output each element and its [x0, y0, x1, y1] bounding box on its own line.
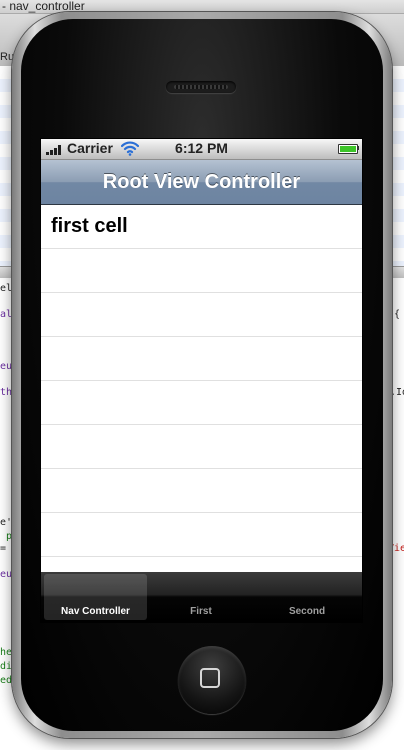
status-bar: Carrier 6:12 PM — [41, 139, 362, 160]
code-fragment: eu — [0, 569, 13, 580]
battery-icon — [338, 144, 358, 154]
table-row[interactable] — [41, 293, 362, 337]
table-row[interactable] — [41, 337, 362, 381]
tab-second[interactable]: Second — [255, 574, 359, 620]
code-fragment: th — [0, 387, 13, 398]
tab-nav-controller[interactable]: Nav Controller — [44, 574, 147, 620]
battery-nub — [357, 146, 359, 150]
code-fragment: he — [0, 647, 13, 658]
tab-label: First — [190, 606, 212, 617]
nav-title: Root View Controller — [102, 171, 301, 193]
tab-label: Second — [288, 606, 326, 617]
earpiece-speaker — [166, 81, 236, 93]
code-fragment: ed — [0, 675, 13, 686]
table-row[interactable] — [41, 249, 362, 293]
home-button[interactable] — [178, 646, 246, 714]
tab-label: Nav Controller — [61, 606, 130, 617]
navigation-bar: Root View Controller — [41, 160, 362, 205]
code-fragment: di — [0, 661, 13, 672]
table-row[interactable] — [41, 469, 362, 513]
table-view[interactable]: first cell — [41, 205, 362, 572]
table-row[interactable] — [41, 425, 362, 469]
tab-bar: Nav Controller First Second — [41, 572, 362, 622]
table-row[interactable] — [41, 513, 362, 557]
table-row[interactable] — [41, 381, 362, 425]
battery-level — [340, 146, 356, 152]
table-row[interactable]: first cell — [41, 205, 362, 249]
code-fragment: e' — [0, 517, 13, 528]
code-fragment: al — [0, 309, 13, 320]
status-time: 6:12 PM — [175, 140, 228, 156]
code-fragment: .Id — [390, 387, 404, 398]
code-fragment: eu — [0, 361, 13, 372]
simulator-screen: Carrier 6:12 PM Root View Controller fir… — [40, 138, 363, 623]
tab-first[interactable]: First — [149, 574, 253, 620]
code-fragment: = — [0, 543, 7, 554]
code-fragment: { — [394, 309, 401, 320]
